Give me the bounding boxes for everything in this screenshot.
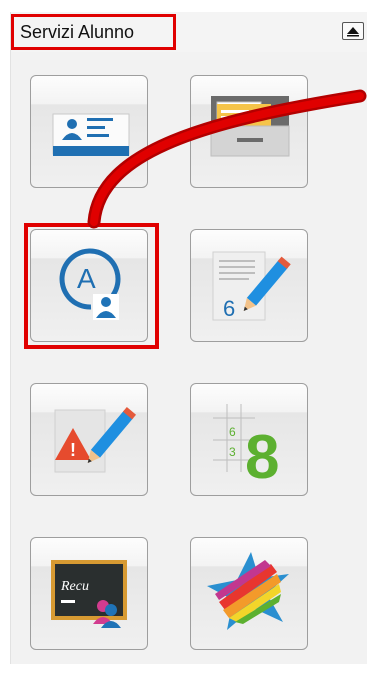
collapse-button[interactable] bbox=[342, 22, 364, 40]
blackboard-text: Recu bbox=[60, 579, 89, 594]
big-grade-8: 8 bbox=[245, 423, 279, 492]
recovery-blackboard-icon: Recu bbox=[51, 560, 127, 628]
colorful-star-icon bbox=[207, 552, 289, 630]
panel-bottom bbox=[10, 664, 367, 674]
panel-title: Servizi Alunno bbox=[11, 14, 176, 50]
grades-notebook-icon: 6 bbox=[212, 251, 291, 321]
grades-grid-icon: 6 3 8 bbox=[213, 404, 279, 492]
tile-notes[interactable]: ! bbox=[30, 383, 148, 496]
tile-recovery[interactable]: Recu bbox=[30, 537, 148, 650]
panel-header: Servizi Alunno bbox=[11, 12, 367, 52]
collapse-arrow-icon bbox=[347, 27, 359, 37]
tile-documents[interactable] bbox=[190, 75, 308, 188]
tile-grades[interactable]: 6 bbox=[190, 229, 308, 342]
tile-student-registry[interactable] bbox=[30, 75, 148, 188]
student-id-card-icon bbox=[52, 113, 130, 156]
small-grade-6: 6 bbox=[229, 425, 236, 439]
warning-mark: ! bbox=[70, 440, 76, 460]
grade-number: 6 bbox=[223, 296, 235, 321]
highlight-box bbox=[24, 223, 159, 349]
folder-drawer-icon bbox=[210, 96, 290, 157]
disciplinary-notes-icon: ! bbox=[54, 407, 137, 473]
small-grade-3: 3 bbox=[229, 445, 236, 459]
tile-evaluations[interactable]: 6 3 8 bbox=[190, 383, 308, 496]
tile-activities[interactable] bbox=[190, 537, 308, 650]
